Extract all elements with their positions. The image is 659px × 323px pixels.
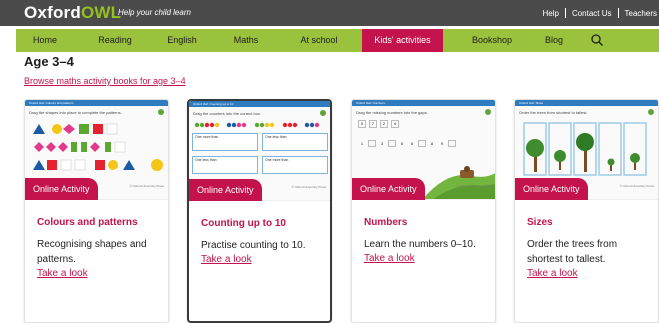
card-title[interactable]: Sizes: [527, 217, 553, 228]
counting-box: One less than: [262, 133, 328, 151]
page-title: Age 3–4: [24, 54, 74, 69]
thumb-instruction: Drag the shapes into place to complete t…: [29, 110, 122, 115]
thumb-help-icon: [648, 109, 654, 115]
nav-item-english[interactable]: English: [156, 29, 208, 52]
card-description: Recognising shapes and patterns.: [37, 239, 147, 265]
number-sequence: 1 3 5 6 8 9: [358, 140, 456, 147]
activity-card-colours-and-patterns[interactable]: Oxford Owl: Colours and patterns Drag th…: [24, 99, 169, 323]
nav-item-bookshop[interactable]: Bookshop: [460, 29, 524, 52]
thumb-title: Oxford Owl: Colours and patterns: [29, 101, 74, 105]
thumb-instruction: Order the trees from shortest to tallest…: [519, 110, 588, 115]
thumb-instruction: Drag the missing numbers into the gaps.: [356, 110, 428, 115]
activity-card-counting-up-to-10[interactable]: Oxford Owl: Counting up to 10 Drag the c…: [187, 99, 332, 323]
teachers-link[interactable]: Teachers: [625, 9, 657, 18]
thumb-copyright: © Oxford University Press: [291, 185, 326, 189]
counting-box: One more than: [192, 133, 258, 151]
trees-sizes-illustration: [523, 122, 647, 176]
nav-item-kids-activities[interactable]: Kids' activities: [362, 29, 443, 52]
top-links: Help Contact Us Teachers: [543, 8, 657, 18]
oxford-owl-logo[interactable]: OxfordOWL: [24, 3, 121, 23]
link-divider: [617, 8, 619, 18]
nav-item-blog[interactable]: Blog: [534, 29, 574, 52]
card-title[interactable]: Numbers: [364, 217, 407, 228]
card-description: Order the trees from shortest to tallest…: [527, 239, 618, 265]
thumb-title: Oxford Owl: Counting up to 10: [193, 102, 234, 106]
thumb-title: Oxford Owl: Sizes: [519, 101, 544, 105]
grass-hill-illustration: [422, 166, 495, 199]
nav-item-maths[interactable]: Maths: [222, 29, 270, 52]
number-tiles: 0 7 2 4: [358, 120, 399, 128]
online-activity-badge: Online Activity: [25, 178, 98, 200]
activity-card-sizes[interactable]: Oxford Owl: Sizes Order the trees from s…: [514, 99, 659, 323]
shape-pattern-illustration: [33, 123, 163, 171]
thumb-copyright: © Oxford University Press: [129, 184, 164, 188]
take-a-look-link[interactable]: Take a look: [37, 268, 88, 279]
take-a-look-link[interactable]: Take a look: [527, 268, 578, 279]
counting-box: One more than: [262, 156, 328, 174]
online-activity-badge: Online Activity: [515, 178, 588, 200]
search-icon[interactable]: [590, 33, 604, 47]
thumb-copyright: © Oxford University Press: [619, 184, 654, 188]
link-divider: [564, 8, 566, 18]
top-bar: OxfordOWL Help your child learn Help Con…: [0, 0, 659, 26]
main-nav: Home Reading English Maths At school Kid…: [16, 29, 659, 52]
card-description: Learn the numbers 0–10.: [364, 239, 476, 250]
card-title[interactable]: Colours and patterns: [37, 217, 138, 228]
nav-item-home[interactable]: Home: [16, 29, 74, 52]
card-title[interactable]: Counting up to 10: [201, 218, 286, 229]
counter-row-illustration: [194, 122, 320, 128]
browse-books-link[interactable]: Browse maths activity books for age 3–4: [24, 76, 186, 86]
take-a-look-link[interactable]: Take a look: [364, 253, 415, 264]
thumb-title: Oxford Owl: Numbers: [356, 101, 385, 105]
thumb-help-icon: [485, 109, 491, 115]
counting-box: One less than: [192, 156, 258, 174]
logo-prefix: Oxford: [24, 3, 81, 22]
online-activity-badge: Online Activity: [352, 178, 425, 200]
contact-us-link[interactable]: Contact Us: [572, 9, 612, 18]
nav-item-reading[interactable]: Reading: [86, 29, 144, 52]
online-activity-badge: Online Activity: [189, 179, 262, 201]
card-description: Practise counting to 10.: [201, 240, 306, 251]
take-a-look-link[interactable]: Take a look: [201, 254, 252, 265]
help-link[interactable]: Help: [543, 9, 559, 18]
thumb-help-icon: [158, 109, 164, 115]
thumb-help-icon: [320, 110, 326, 116]
tagline: Help your child learn: [118, 8, 191, 17]
logo-suffix: OWL: [80, 3, 122, 22]
nav-item-at-school[interactable]: At school: [284, 29, 354, 52]
activity-card-numbers[interactable]: Oxford Owl: Numbers Drag the missing num…: [351, 99, 496, 323]
thumb-instruction: Drag the counters into the correct box.: [193, 111, 262, 116]
thumb-copyright: © Oxford University Press: [456, 184, 491, 188]
